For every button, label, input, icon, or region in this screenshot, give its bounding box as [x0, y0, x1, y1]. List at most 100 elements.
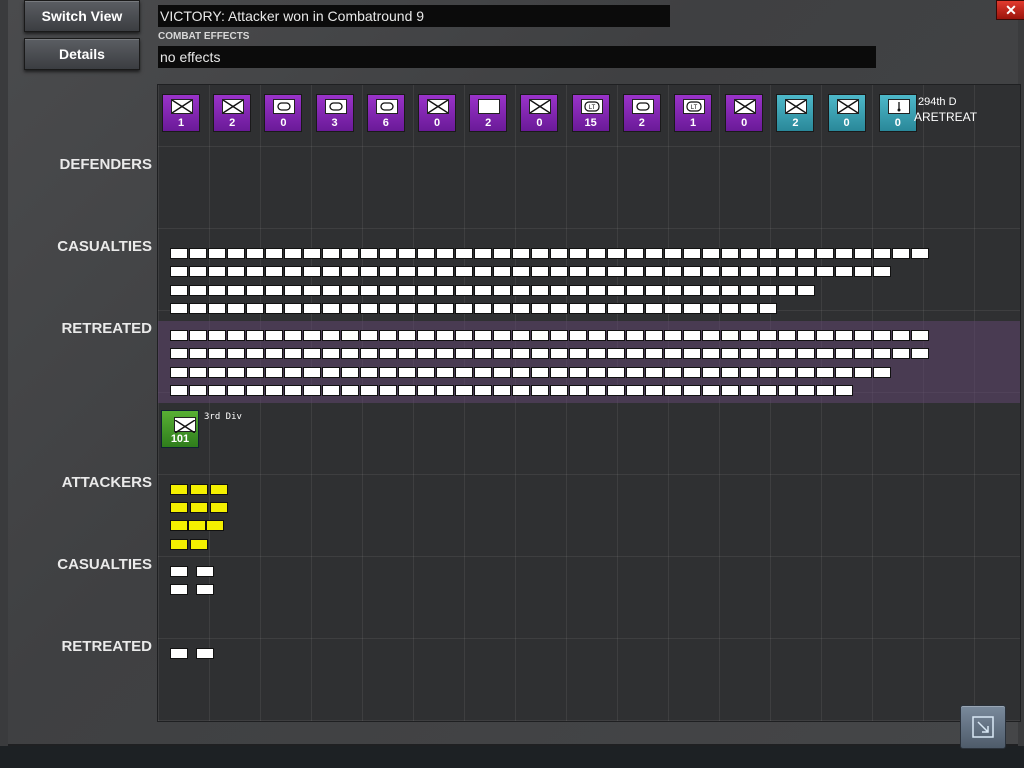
unit-chip — [531, 285, 549, 296]
unit-chip — [664, 330, 682, 341]
unit-chip — [778, 330, 796, 341]
unit-chip — [170, 285, 188, 296]
unit-chip — [683, 330, 701, 341]
unit-chip — [531, 385, 549, 396]
unit-chip — [322, 385, 340, 396]
unit-chip — [740, 367, 758, 378]
unit-chip — [455, 266, 473, 277]
unit-chip — [588, 248, 606, 259]
unit-chip — [816, 385, 834, 396]
defender-unit-counter[interactable]: 6 — [366, 94, 405, 132]
unit-chip — [626, 303, 644, 314]
unit-chip — [892, 348, 910, 359]
unit-chip — [721, 266, 739, 277]
unit-chip — [645, 348, 663, 359]
defender-unit-counter[interactable]: 0 — [264, 94, 303, 132]
unit-chip — [664, 367, 682, 378]
unit-chip — [417, 285, 435, 296]
unit-chip — [398, 330, 416, 341]
unit-chip — [360, 303, 378, 314]
defender-unit-counter[interactable]: 0 — [878, 94, 917, 132]
unit-chip — [702, 285, 720, 296]
defender-unit-counter[interactable]: LT 15 — [571, 94, 610, 132]
unit-chip — [455, 385, 473, 396]
unit-chip — [227, 285, 245, 296]
unit-chip — [227, 266, 245, 277]
unit-chip — [740, 285, 758, 296]
unit-chip — [854, 248, 872, 259]
unit-chip — [227, 248, 245, 259]
defender-unit-counter[interactable]: 0 — [418, 94, 456, 132]
infantry-icon — [222, 99, 245, 114]
details-button[interactable]: Details — [24, 38, 140, 70]
unit-chip — [284, 348, 302, 359]
unit-chip — [721, 248, 739, 259]
unit-chip — [322, 266, 340, 277]
attacker-casualty-chip — [188, 520, 206, 531]
defender-unit-counter[interactable]: 0 — [827, 94, 866, 132]
unit-chip — [702, 303, 720, 314]
unit-chip — [455, 248, 473, 259]
unit-chip — [512, 367, 530, 378]
row-label-defenders: DEFENDERS — [59, 156, 152, 173]
defender-unit-counter[interactable]: 2 — [213, 94, 252, 132]
unit-chip — [892, 330, 910, 341]
unit-chip — [588, 348, 606, 359]
unit-chip — [683, 303, 701, 314]
unit-chip — [493, 266, 511, 277]
unit-chip — [303, 348, 321, 359]
unit-chip — [626, 348, 644, 359]
unit-chip — [493, 285, 511, 296]
unit-chip — [721, 367, 739, 378]
light-tank-icon: LT — [683, 99, 705, 114]
unit-chip — [911, 348, 929, 359]
unit-chip — [398, 348, 416, 359]
defender-unit-counter[interactable]: LT 1 — [674, 94, 712, 132]
unit-chip — [702, 385, 720, 396]
defender-unit-counter[interactable]: 1 — [162, 94, 200, 132]
unit-chip — [417, 330, 435, 341]
unit-chip — [379, 330, 397, 341]
unit-chip — [550, 348, 568, 359]
unit-chip — [284, 266, 302, 277]
defender-unit-counter[interactable]: 3 — [315, 94, 354, 132]
defender-unit-counter[interactable]: 2 — [622, 94, 661, 132]
armor-icon — [375, 99, 398, 114]
unit-chip — [208, 285, 226, 296]
unit-chip — [189, 367, 207, 378]
unit-chip — [493, 367, 511, 378]
defender-unit-count: 0 — [433, 117, 441, 129]
unit-chip — [436, 285, 454, 296]
unit-chip — [284, 367, 302, 378]
defender-unit-counter[interactable]: 2 — [776, 94, 815, 132]
defender-unit-counter[interactable]: 0 — [520, 94, 559, 132]
unit-chip — [265, 285, 283, 296]
unit-chip — [436, 385, 454, 396]
switch-view-button[interactable]: Switch View — [24, 0, 140, 32]
unit-chip — [284, 385, 302, 396]
close-button[interactable]: ✕ — [996, 0, 1024, 20]
unit-chip — [683, 367, 701, 378]
unit-chip — [170, 348, 188, 359]
unit-chip — [626, 266, 644, 277]
defender-unit-counter[interactable]: 0 — [725, 94, 764, 132]
attacker-unit-counter[interactable]: 101 — [161, 410, 199, 448]
unit-chip — [702, 248, 720, 259]
unit-chip — [341, 385, 359, 396]
infantry-icon — [427, 99, 449, 114]
unit-chip — [341, 330, 359, 341]
last-unit-name: 294th D — [918, 96, 957, 108]
unit-chip — [341, 285, 359, 296]
unit-chip — [398, 248, 416, 259]
unit-chip — [740, 385, 758, 396]
unit-chip — [360, 330, 378, 341]
unit-chip — [189, 303, 207, 314]
unit-chip — [170, 248, 188, 259]
defender-unit-count: 1 — [177, 117, 185, 129]
unit-chip — [474, 367, 492, 378]
unit-chip — [208, 348, 226, 359]
unit-chip — [797, 348, 815, 359]
unit-chip — [341, 348, 359, 359]
expand-button[interactable] — [960, 705, 1006, 749]
defender-unit-counter[interactable]: 2 — [469, 94, 508, 132]
